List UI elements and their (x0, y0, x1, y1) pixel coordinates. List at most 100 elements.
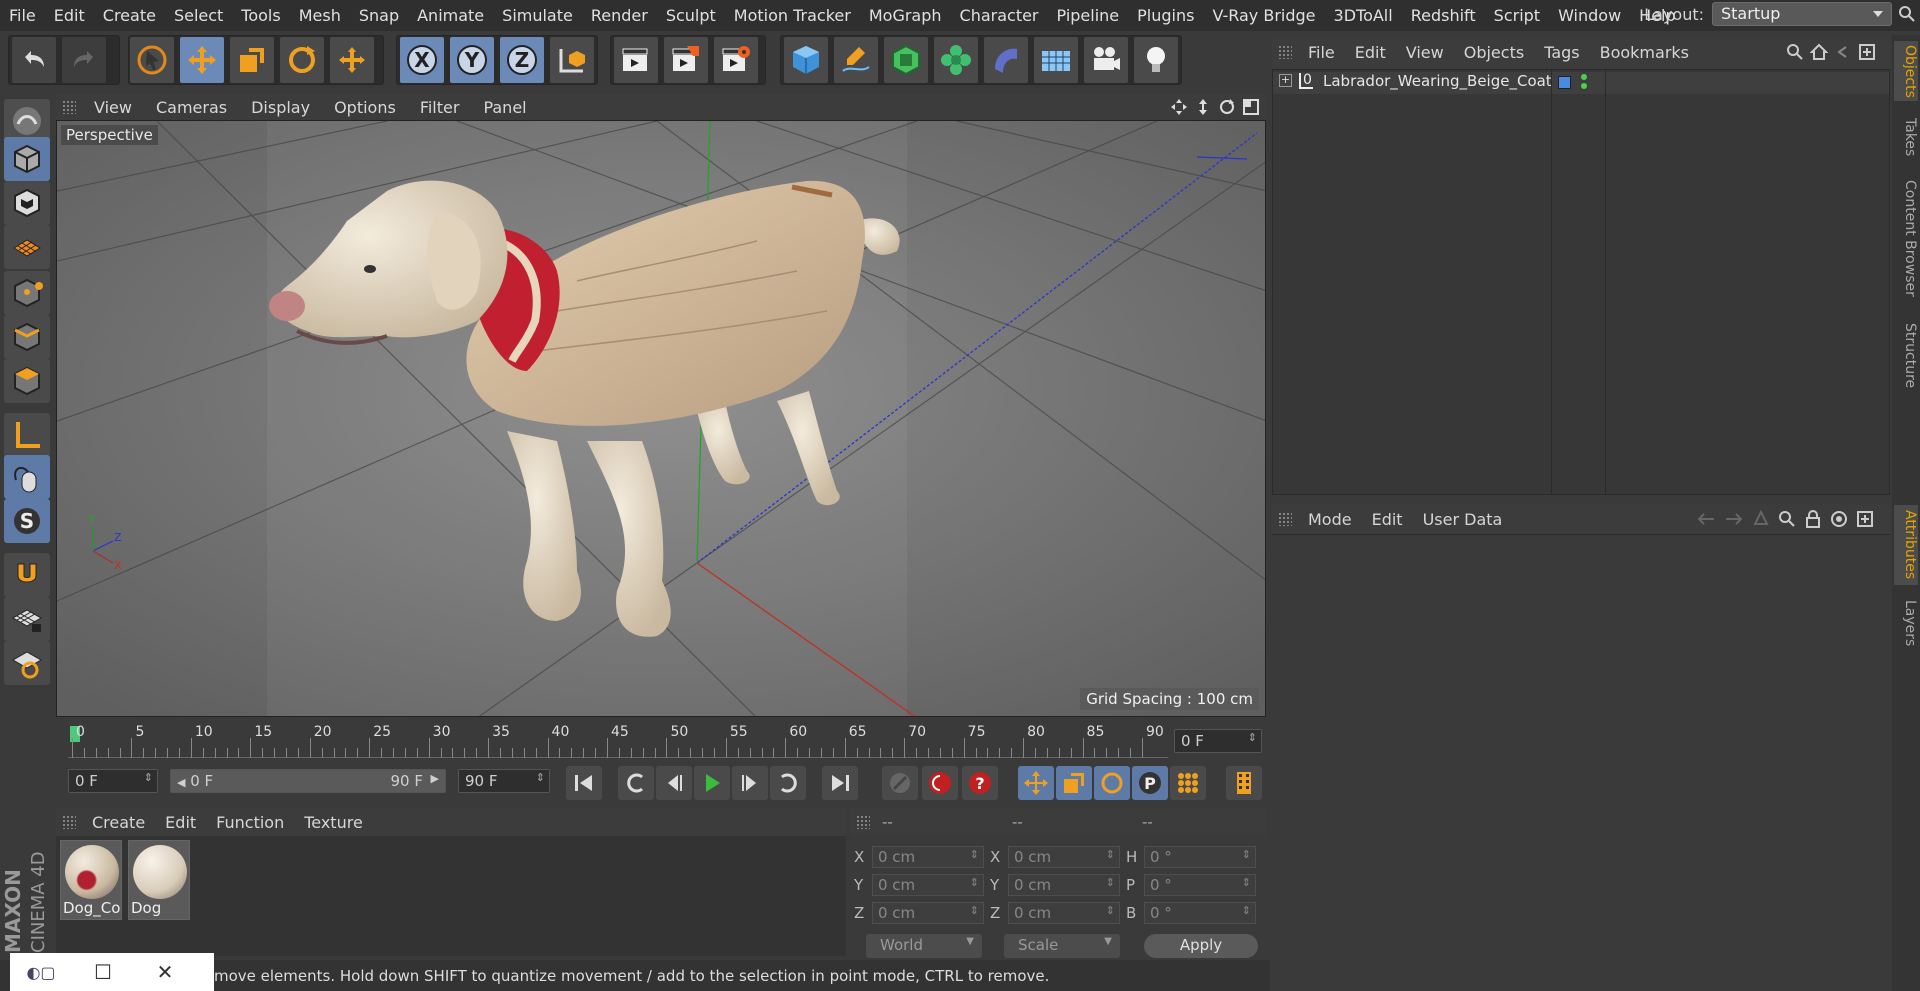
home-icon[interactable] (1810, 43, 1828, 61)
forward-arrow-icon[interactable] (1724, 510, 1744, 528)
menu-mesh[interactable]: Mesh (290, 6, 350, 25)
obj-menu-view[interactable]: View (1396, 43, 1454, 62)
search-icon[interactable] (1778, 510, 1796, 528)
menu-animate[interactable]: Animate (408, 6, 493, 25)
vp-menu-display[interactable]: Display (239, 98, 322, 117)
autokey-button[interactable] (922, 766, 958, 800)
texture-mode-button[interactable] (4, 181, 50, 225)
back-arrow-icon[interactable] (1696, 510, 1716, 528)
menu-render[interactable]: Render (582, 6, 657, 25)
toggle-view-icon[interactable] (1242, 98, 1260, 116)
coord-value-field[interactable]: 0 ° ⇕ (1144, 846, 1256, 868)
locked-workplane-button[interactable] (4, 597, 50, 641)
workplane-mode-button[interactable] (4, 225, 50, 269)
attr-menu-edit[interactable]: Edit (1362, 510, 1413, 529)
panel-grip[interactable] (1278, 512, 1292, 526)
vp-menu-panel[interactable]: Panel (471, 98, 538, 117)
panel-grip[interactable] (62, 100, 76, 114)
new-panel-icon[interactable] (1856, 510, 1874, 528)
cloner-button[interactable] (934, 37, 978, 83)
menu-snap[interactable]: Snap (350, 6, 408, 25)
menu-character[interactable]: Character (951, 6, 1048, 25)
menu-create[interactable]: Create (94, 6, 165, 25)
menu-file[interactable]: File (0, 6, 45, 25)
menu-tools[interactable]: Tools (232, 6, 289, 25)
panel-grip[interactable] (1278, 45, 1292, 59)
coord-value-field[interactable]: 0 cm ⇕ (1008, 846, 1120, 868)
key-position-button[interactable] (1018, 766, 1054, 800)
side-tab-attributes[interactable]: Attributes (1894, 505, 1918, 585)
transform-tool-button[interactable] (330, 37, 374, 83)
coordinate-system-button[interactable] (550, 37, 594, 83)
apply-button[interactable]: Apply (1144, 934, 1258, 958)
vp-menu-view[interactable]: View (82, 98, 144, 117)
next-frame-button[interactable] (732, 766, 768, 800)
start-frame-field[interactable]: 0 F ⇕ (68, 769, 158, 793)
obj-menu-objects[interactable]: Objects (1454, 43, 1534, 62)
go-to-end-button[interactable] (822, 766, 858, 800)
attr-menu-user-data[interactable]: User Data (1413, 510, 1513, 529)
play-button[interactable] (694, 766, 730, 800)
visibility-dots-icon[interactable] (1581, 74, 1587, 90)
coordinate-mode-dropdown[interactable]: Scale ▼ (1004, 934, 1120, 958)
coord-value-field[interactable]: 0 cm ⇕ (872, 902, 984, 924)
obj-menu-file[interactable]: File (1298, 43, 1345, 62)
menu-window[interactable]: Window (1549, 6, 1630, 25)
vp-menu-options[interactable]: Options (322, 98, 408, 117)
search-icon[interactable] (1786, 43, 1804, 61)
end-frame-field[interactable]: 90 F ⇕ (458, 769, 550, 793)
key-point-level-button[interactable] (1170, 766, 1206, 800)
subdivision-surface-button[interactable] (884, 37, 928, 83)
up-arrow-icon[interactable] (1752, 510, 1770, 528)
timeline-window-button[interactable] (1226, 766, 1262, 800)
move-tool-button[interactable] (180, 37, 224, 83)
mat-menu-function[interactable]: Function (206, 813, 294, 832)
side-tab-takes[interactable]: Takes (1894, 111, 1918, 163)
model-mode-button[interactable] (4, 137, 50, 181)
obj-menu-bookmarks[interactable]: Bookmarks (1590, 43, 1699, 62)
camera-button[interactable] (1084, 37, 1128, 83)
keyframe-selection-button[interactable]: ? (962, 766, 998, 800)
close-icon[interactable]: ✕ (134, 960, 196, 984)
target-icon[interactable] (1830, 510, 1848, 528)
zoom-view-icon[interactable] (1194, 98, 1212, 116)
undo-button[interactable] (12, 37, 56, 83)
menu-v-ray-bridge[interactable]: V-Ray Bridge (1203, 6, 1324, 25)
column-divider[interactable] (1551, 70, 1552, 494)
light-button[interactable] (1134, 37, 1178, 83)
rotate-view-icon[interactable] (1218, 98, 1236, 116)
render-picture-viewer-button[interactable] (664, 37, 708, 83)
app-restore-icon[interactable]: ◐▢ (10, 963, 72, 982)
menu-sculpt[interactable]: Sculpt (657, 6, 725, 25)
menu-motion-tracker[interactable]: Motion Tracker (725, 6, 860, 25)
points-mode-button[interactable] (4, 271, 50, 315)
coord-value-field[interactable]: 0 cm ⇕ (1008, 902, 1120, 924)
obj-menu-edit[interactable]: Edit (1345, 43, 1396, 62)
mat-menu-texture[interactable]: Texture (294, 813, 373, 832)
material-swatch[interactable]: Dog_Co (60, 840, 122, 920)
layout-dropdown[interactable]: Startup (1712, 2, 1892, 26)
record-disabled-button[interactable] (882, 766, 918, 800)
polygons-mode-button[interactable] (4, 359, 50, 403)
menu-pipeline[interactable]: Pipeline (1048, 6, 1129, 25)
material-swatch[interactable]: Dog (128, 840, 190, 920)
back-icon[interactable] (1834, 43, 1852, 61)
x-axis-lock-button[interactable]: X (400, 37, 444, 83)
planar-workplane-button[interactable] (4, 641, 50, 685)
menu-script[interactable]: Script (1485, 6, 1549, 25)
previous-frame-button[interactable] (656, 766, 692, 800)
next-key-button[interactable] (770, 766, 806, 800)
key-rotation-button[interactable] (1094, 766, 1130, 800)
search-icon[interactable] (1898, 5, 1916, 23)
coord-value-field[interactable]: 0 ° ⇕ (1144, 902, 1256, 924)
panel-grip[interactable] (62, 815, 76, 829)
render-view-button[interactable] (614, 37, 658, 83)
side-tab-objects[interactable]: Objects (1894, 41, 1918, 101)
menu-mograph[interactable]: MoGraph (860, 6, 951, 25)
solo-button[interactable]: S (4, 499, 50, 543)
deformer-button[interactable] (984, 37, 1028, 83)
new-panel-icon[interactable] (1858, 43, 1876, 61)
lock-icon[interactable] (1804, 510, 1822, 528)
key-scale-button[interactable] (1056, 766, 1092, 800)
y-axis-lock-button[interactable]: Y (450, 37, 494, 83)
